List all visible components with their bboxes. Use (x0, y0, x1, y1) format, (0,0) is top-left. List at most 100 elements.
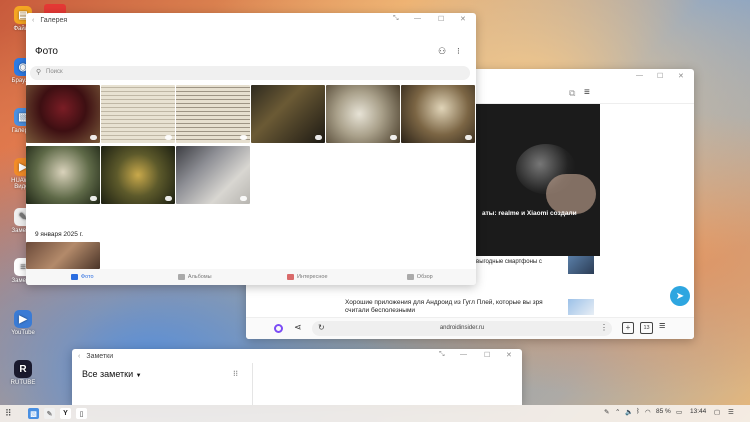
article-thumbnail[interactable] (568, 299, 594, 315)
photo-thumbnail[interactable] (176, 85, 250, 143)
taskbar-notes-icon[interactable]: ✎ (44, 408, 55, 419)
close-icon[interactable]: ✕ (678, 72, 684, 80)
telegram-icon[interactable]: ➤ (670, 286, 690, 306)
shrink-icon[interactable]: ⤡ (439, 351, 445, 359)
tab-label: Обзор (416, 274, 433, 280)
minimize-icon[interactable]: — (636, 72, 643, 79)
date-header: 9 января 2025 г. (35, 231, 84, 238)
browser-toolbar: ⋖ ↻ androidinsider.ru ⋮ + 13 ≡ (246, 317, 694, 339)
battery-icon[interactable]: ▭ (676, 408, 682, 416)
window-title: Галерея (40, 16, 68, 24)
albums-icon (177, 274, 185, 280)
wifi-icon[interactable]: ◠ (645, 408, 651, 416)
menu-icon[interactable]: ≡ (584, 87, 590, 98)
cloud-icon (90, 135, 97, 140)
new-tab-icon[interactable]: + (622, 322, 634, 334)
notes-heading-label: Все заметки (82, 369, 134, 379)
photo-thumbnail[interactable] (101, 85, 175, 143)
gallery-titlebar[interactable]: ‹ Галерея (26, 13, 476, 27)
address-bar[interactable]: ↻ androidinsider.ru ⋮ (312, 321, 612, 336)
chevron-up-icon[interactable]: ⌃ (615, 408, 620, 416)
more-options-icon[interactable]: ⁝ (457, 46, 460, 57)
page-title: Фото (35, 46, 58, 57)
search-icon: ⚲ (36, 69, 42, 76)
battery-percent[interactable]: 85 % (656, 408, 671, 415)
notes-heading[interactable]: Все заметки ▼ (82, 369, 142, 379)
youtube-icon: ▶ (14, 310, 32, 328)
photo-thumbnail[interactable] (326, 85, 400, 143)
cloud-icon (315, 135, 322, 140)
discover-icon (406, 274, 414, 280)
tab-albums[interactable]: Альбомы (139, 269, 252, 285)
cloud-icon (165, 196, 172, 201)
chevron-down-icon: ▼ (135, 373, 142, 379)
tab-photos[interactable]: Фото (26, 269, 139, 285)
taskbar-memo-icon[interactable]: ▯ (76, 408, 87, 419)
photo-thumbnail[interactable] (26, 146, 100, 204)
photo-thumbnail[interactable] (251, 85, 325, 143)
cloud-icon (390, 135, 397, 140)
tab-label: Интересное (296, 274, 328, 280)
taskbar-yandex-icon[interactable]: Y (60, 408, 71, 419)
notification-icon[interactable]: ▢ (714, 408, 720, 416)
cloud-icon (465, 135, 472, 140)
article-link-2[interactable]: Хорошие приложения для Андроид из Гугл П… (345, 299, 560, 315)
rutube-icon: R (14, 360, 32, 378)
control-center-icon[interactable]: ☰ (728, 408, 734, 416)
minimize-icon[interactable]: — (460, 351, 467, 358)
gallery-tab-bar: Фото Альбомы Интересное Обзор (26, 269, 476, 285)
notes-window[interactable]: ‹ Заметки ⤡ — ☐ ✕ Все заметки ▼ ⁝⁝ (72, 349, 522, 405)
desktop-icon-youtube[interactable]: ▶ YouTube (6, 310, 40, 336)
search-placeholder: Поиск (46, 69, 63, 75)
tab-count-badge[interactable]: 13 (640, 322, 653, 334)
tab-label: Альбомы (187, 274, 212, 280)
gallery-window[interactable]: ‹ Галерея ⤡ — ☐ ✕ Фото ⚇ ⁝ ⚲ Поиск 9 янв… (26, 13, 476, 285)
maximize-icon[interactable]: ☐ (438, 15, 444, 23)
maximize-icon[interactable]: ☐ (484, 351, 490, 359)
cloud-icon (240, 196, 247, 201)
back-icon[interactable]: ‹ (32, 17, 34, 24)
shrink-icon[interactable]: ⤡ (393, 15, 399, 23)
photo-thumbnail[interactable] (101, 146, 175, 204)
photo-thumbnail[interactable] (26, 242, 100, 269)
close-icon[interactable]: ✕ (460, 15, 466, 23)
article-thumbnail[interactable] (568, 256, 594, 274)
pen-icon[interactable]: ✎ (604, 408, 609, 416)
article-hero-image[interactable]: аты: realme и Xiaomi создали (476, 104, 600, 256)
article-title: выгодные смартфоны с (476, 259, 542, 265)
browser-menu-icon[interactable]: ≡ (659, 320, 665, 332)
cloud-icon (165, 135, 172, 140)
url-text: androidinsider.ru (439, 325, 485, 331)
alice-assistant-icon[interactable] (274, 324, 283, 333)
bluetooth-icon[interactable]: ᛒ (636, 408, 640, 415)
taskbar-gallery-icon[interactable]: ▧ (28, 408, 39, 419)
share-icon[interactable]: ⋖ (294, 322, 302, 333)
person-icon[interactable]: ⚇ (438, 46, 446, 57)
search-input[interactable]: ⚲ Поиск (30, 66, 470, 80)
back-icon[interactable]: ‹ (78, 353, 80, 360)
apps-grid-icon[interactable]: ⠿ (5, 408, 12, 419)
speaker-icon[interactable]: 🔈 (625, 408, 633, 416)
cloud-icon (90, 196, 97, 201)
tab-highlights[interactable]: Интересное (251, 269, 364, 285)
photo-thumbnail[interactable] (401, 85, 475, 143)
desktop-icon-label: YouTube (11, 330, 35, 336)
clock[interactable]: 13:44 (690, 408, 706, 415)
maximize-icon[interactable]: ☐ (657, 72, 663, 80)
close-icon[interactable]: ✕ (506, 351, 512, 359)
minimize-icon[interactable]: — (414, 15, 421, 22)
photo-thumbnail[interactable] (26, 85, 100, 143)
hero-caption: аты: realme и Xiaomi создали (482, 210, 577, 217)
taskbar: ⠿ ▧ ✎ Y ▯ ✎ ⌃ 🔈 ᛒ ◠ 85 % ▭ 13:44 ▢ ☰ (0, 405, 750, 422)
hand-shape (546, 174, 596, 214)
highlights-icon (286, 274, 294, 280)
tab-discover[interactable]: Обзор (364, 269, 477, 285)
notes-titlebar[interactable]: ‹ Заметки (72, 349, 522, 363)
desktop-icon-label: RUTUBE (10, 380, 36, 386)
desktop-icon-rutube[interactable]: R RUTUBE (6, 360, 40, 386)
photo-thumbnail[interactable] (176, 146, 250, 204)
photos-icon (70, 274, 78, 280)
tabs-icon[interactable]: ⧉ (569, 88, 575, 99)
more-options-icon[interactable]: ⋮ (600, 323, 608, 332)
more-options-icon[interactable]: ⁝⁝ (233, 369, 238, 378)
